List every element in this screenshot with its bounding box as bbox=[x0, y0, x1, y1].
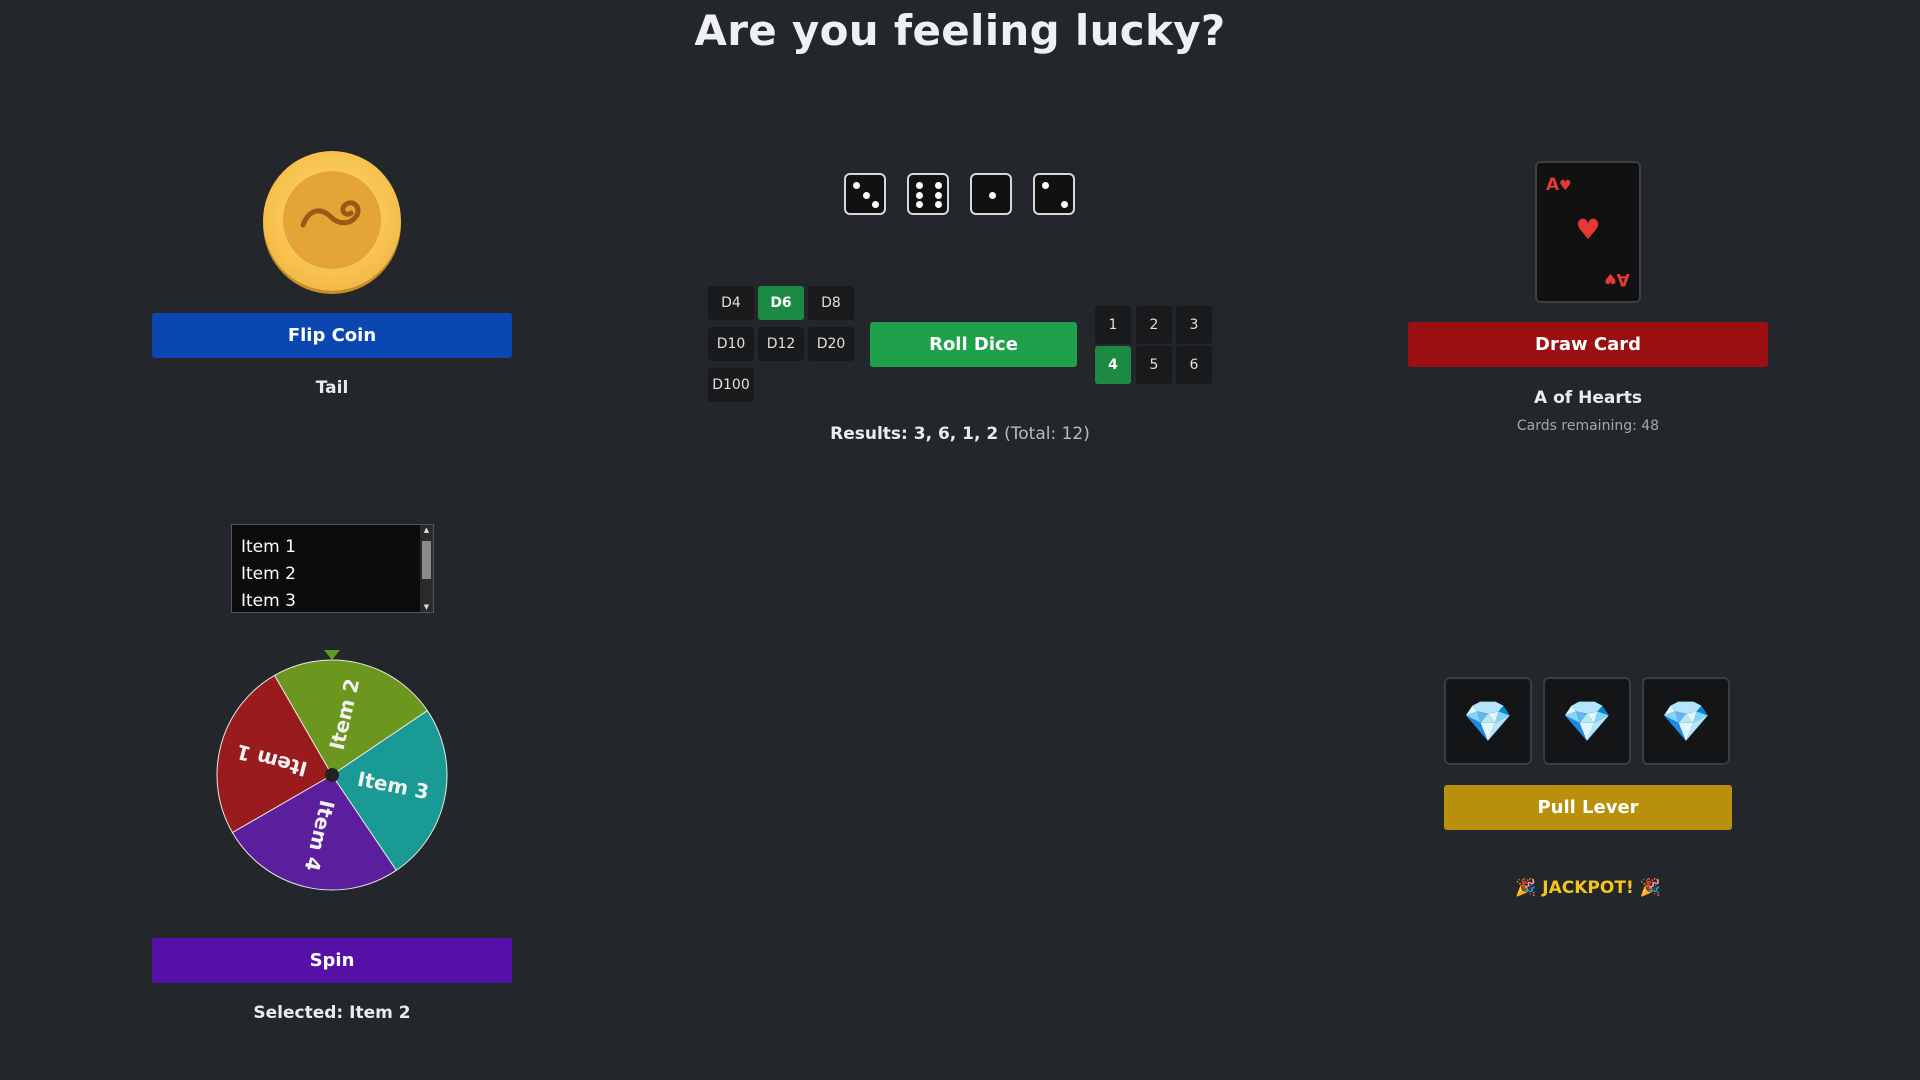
wheel-graphic: Item 2Item 3Item 4Item 1 bbox=[216, 650, 448, 891]
die-pip bbox=[988, 191, 996, 199]
dice-count-2[interactable]: 2 bbox=[1136, 306, 1172, 344]
heart-icon: ♥ bbox=[1575, 213, 1601, 246]
dice-type-d12[interactable]: D12 bbox=[758, 327, 804, 361]
list-item[interactable]: Item 2 bbox=[241, 564, 296, 584]
spin-button[interactable]: Spin bbox=[152, 938, 512, 983]
wheel-pointer-icon bbox=[324, 650, 340, 660]
die-pip bbox=[1042, 182, 1049, 189]
dice-results: Results: 3, 6, 1, 2 (Total: 12) bbox=[700, 424, 1220, 444]
dice-type-d10[interactable]: D10 bbox=[708, 327, 754, 361]
dice-count-3[interactable]: 3 bbox=[1176, 306, 1212, 344]
page-title: Are you feeling lucky? bbox=[694, 6, 1226, 55]
diamond-icon: 💎 bbox=[1661, 698, 1711, 745]
die-pip bbox=[872, 201, 879, 208]
jackpot-message: 🎉 JACKPOT! 🎉 bbox=[1515, 878, 1661, 898]
card-rank: A bbox=[1616, 269, 1630, 289]
die-pip bbox=[862, 191, 870, 199]
wheel-hub bbox=[325, 768, 339, 782]
dice-count-1[interactable]: 1 bbox=[1095, 306, 1131, 344]
die-pip bbox=[916, 182, 923, 189]
die-face bbox=[970, 173, 1012, 215]
scroll-down-icon[interactable]: ▼ bbox=[422, 603, 431, 611]
die-face bbox=[1033, 173, 1075, 215]
list-item[interactable]: Item 3 bbox=[241, 591, 296, 611]
die-pip bbox=[935, 201, 942, 208]
die-face bbox=[844, 173, 886, 215]
card-corner-top: A♥ bbox=[1546, 175, 1572, 195]
dice-type-d8[interactable]: D8 bbox=[808, 286, 854, 320]
card-rank: A bbox=[1546, 175, 1560, 195]
die-pip bbox=[853, 182, 860, 189]
wheel-items-list[interactable]: Item 1 Item 2 Item 3 ▲ ▼ bbox=[231, 524, 434, 613]
flip-coin-button[interactable]: Flip Coin bbox=[152, 313, 512, 358]
dice-results-values: Results: 3, 6, 1, 2 bbox=[830, 424, 999, 444]
heart-icon: ♥ bbox=[1559, 178, 1572, 194]
slot-reel: 💎 bbox=[1642, 677, 1730, 765]
prize-wheel[interactable]: Item 2 Item 3 Item 4 Item 1 bbox=[214, 648, 454, 893]
dice-type-d4[interactable]: D4 bbox=[708, 286, 754, 320]
diamond-icon: 💎 bbox=[1562, 698, 1612, 745]
scroll-up-icon[interactable]: ▲ bbox=[422, 526, 431, 534]
die-pip bbox=[1061, 201, 1068, 208]
dice-type-d6[interactable]: D6 bbox=[758, 286, 804, 320]
dice-type-d100[interactable]: D100 bbox=[708, 368, 754, 402]
pull-lever-button[interactable]: Pull Lever bbox=[1444, 785, 1732, 830]
die-pip bbox=[916, 191, 923, 199]
dice-results-total: (Total: 12) bbox=[1004, 424, 1090, 444]
coin-icon[interactable] bbox=[263, 151, 401, 291]
die-face bbox=[907, 173, 949, 215]
die-pip bbox=[935, 191, 942, 199]
card-corner-bottom: A♥ bbox=[1604, 269, 1630, 289]
dice-count-5[interactable]: 5 bbox=[1136, 346, 1172, 384]
list-item[interactable]: Item 1 bbox=[241, 537, 296, 557]
die-pip bbox=[935, 182, 942, 189]
draw-card-button[interactable]: Draw Card bbox=[1408, 322, 1768, 367]
coin-result: Tail bbox=[315, 378, 349, 398]
dice-count-6[interactable]: 6 bbox=[1176, 346, 1212, 384]
tilde-icon bbox=[300, 200, 361, 228]
cards-remaining: Cards remaining: 48 bbox=[1516, 418, 1660, 434]
scrollbar[interactable]: ▲ ▼ bbox=[420, 525, 433, 612]
dice-type-d20[interactable]: D20 bbox=[808, 327, 854, 361]
slot-reel: 💎 bbox=[1543, 677, 1631, 765]
die-pip bbox=[916, 201, 923, 208]
heart-icon: ♥ bbox=[1604, 270, 1617, 286]
diamond-icon: 💎 bbox=[1463, 698, 1513, 745]
wheel-selected: Selected: Item 2 bbox=[253, 1003, 411, 1023]
card-name: A of Hearts bbox=[1534, 388, 1642, 408]
roll-dice-button[interactable]: Roll Dice bbox=[870, 322, 1077, 367]
playing-card: A♥ ♥ A♥ bbox=[1535, 161, 1641, 303]
scrollbar-thumb[interactable] bbox=[422, 541, 431, 579]
dice-count-4[interactable]: 4 bbox=[1095, 346, 1131, 384]
slot-reel: 💎 bbox=[1444, 677, 1532, 765]
